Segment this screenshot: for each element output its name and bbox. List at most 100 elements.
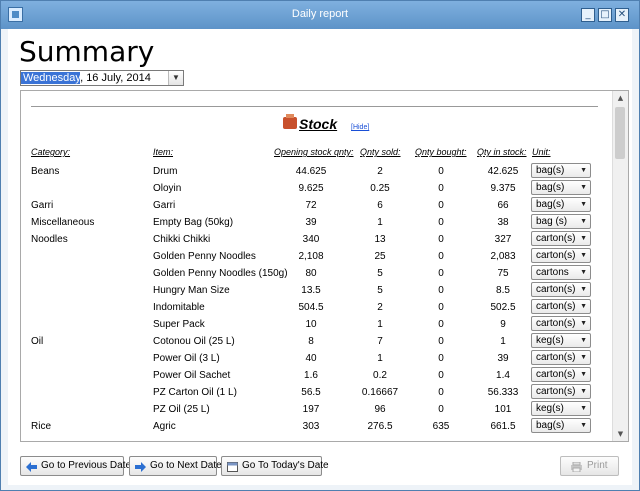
title-bar[interactable]: Daily report _ □ ✕: [1, 1, 639, 29]
unit-select[interactable]: carton(s) ▼: [531, 299, 591, 314]
unit-select[interactable]: carton(s) ▼: [531, 231, 591, 246]
row-stock: 1: [500, 336, 506, 347]
row-stock: 101: [494, 404, 512, 415]
next-date-button[interactable]: Go to Next Date: [129, 456, 222, 476]
report-body: Stock [Hide] Category: Item: Opening sto…: [31, 100, 602, 440]
unit-select[interactable]: carton(s) ▼: [531, 282, 591, 297]
unit-value: carton(s): [536, 284, 576, 295]
row-opening: 56.5: [301, 387, 321, 398]
row-sold: 0.2: [373, 370, 387, 381]
column-header-bought: Qnty bought:: [415, 147, 467, 157]
scroll-up-icon[interactable]: ▲: [613, 91, 628, 105]
row-sold: 276.5: [367, 421, 393, 432]
report-view[interactable]: Stock [Hide] Category: Item: Opening sto…: [20, 90, 629, 442]
chevron-down-icon[interactable]: ▼: [168, 71, 183, 85]
unit-select[interactable]: keg(s) ▼: [531, 333, 591, 348]
today-date-button[interactable]: Go To Today's Date: [221, 456, 329, 476]
scroll-thumb[interactable]: [615, 107, 625, 159]
row-sold: 2: [377, 302, 383, 313]
table-row: Power Oil Sachet 1.6 0.2 0 1.4 carton(s) ▼: [31, 367, 602, 384]
unit-select[interactable]: carton(s) ▼: [531, 350, 591, 365]
row-stock: 327: [494, 234, 512, 245]
row-item: Drum: [153, 166, 178, 177]
maximize-button[interactable]: □: [598, 8, 612, 22]
row-item: Empty Bag (50kg): [153, 217, 234, 228]
section-title: Stock: [299, 116, 338, 132]
row-stock: 8.5: [496, 285, 510, 296]
chevron-down-icon: ▼: [580, 337, 587, 344]
chevron-down-icon: ▼: [580, 320, 587, 327]
table-row: Indomitable 504.5 2 0 502.5 carton(s) ▼: [31, 299, 602, 316]
row-bought: 0: [438, 166, 444, 177]
row-stock: 66: [497, 200, 509, 211]
unit-select[interactable]: bag(s) ▼: [531, 418, 591, 433]
row-item: Oloyin: [153, 183, 182, 194]
unit-value: bag(s): [536, 420, 565, 431]
divider: [31, 106, 598, 107]
row-opening: 303: [302, 421, 320, 432]
date-selected-part[interactable]: Wednesday: [21, 72, 81, 84]
chevron-down-icon: ▼: [580, 218, 587, 225]
column-header-opening: Opening stock qnty:: [274, 147, 354, 157]
unit-select[interactable]: bag(s) ▼: [531, 163, 591, 178]
unit-value: bag(s): [536, 182, 565, 193]
row-stock: 2,083: [490, 251, 516, 262]
column-header-category: Category:: [31, 147, 71, 157]
table-row: PZ Carton Oil (1 L) 56.5 0.16667 0 56.333 car…: [31, 384, 602, 401]
row-item: Hungry Man Size: [153, 285, 230, 296]
unit-value: carton(s): [536, 250, 576, 261]
unit-value: bag (s): [536, 216, 568, 227]
row-sold: 96: [374, 404, 386, 415]
vertical-scrollbar[interactable]: ▲ ▼: [612, 91, 628, 441]
unit-select[interactable]: bag (s) ▼: [531, 214, 591, 229]
row-stock: 42.625: [487, 166, 519, 177]
row-sold: 13: [374, 234, 386, 245]
row-category: Oil: [31, 336, 44, 347]
row-item: PZ Oil (25 L): [153, 404, 210, 415]
unit-value: bag(s): [536, 165, 565, 176]
printer-icon: [570, 461, 582, 473]
date-picker[interactable]: Wednesday, 16 July, 2014 ▼: [20, 70, 184, 86]
unit-value: bag(s): [536, 199, 565, 210]
unit-select[interactable]: bag(s) ▼: [531, 180, 591, 195]
scroll-down-icon[interactable]: ▼: [613, 427, 628, 441]
row-bought: 635: [432, 421, 450, 432]
row-stock: 1.4: [496, 370, 510, 381]
row-sold: 0.16667: [361, 387, 399, 398]
row-category: Garri: [31, 200, 54, 211]
unit-select[interactable]: cartons ▼: [531, 265, 591, 280]
minimize-button[interactable]: _: [581, 8, 595, 22]
unit-select[interactable]: carton(s) ▼: [531, 248, 591, 263]
previous-date-button[interactable]: Go to Previous Date: [20, 456, 131, 476]
unit-select[interactable]: bag(s) ▼: [531, 197, 591, 212]
arrow-right-icon: [135, 461, 146, 472]
row-sold: 1: [377, 353, 383, 364]
table-row: PZ Oil (25 L) 197 96 0 101 keg(s) ▼: [31, 401, 602, 418]
table-row: Power Oil (3 L) 40 1 0 39 carton(s) ▼: [31, 350, 602, 367]
chevron-down-icon: ▼: [580, 354, 587, 361]
row-category: Noodles: [31, 234, 68, 245]
close-button[interactable]: ✕: [615, 8, 629, 22]
row-sold: 1: [377, 319, 383, 330]
row-sold: 6: [377, 200, 383, 211]
print-button[interactable]: Print: [560, 456, 619, 476]
row-stock: 9: [500, 319, 506, 330]
hide-link[interactable]: [Hide]: [351, 124, 369, 131]
column-header-unit: Unit:: [532, 147, 551, 157]
unit-select[interactable]: carton(s) ▼: [531, 384, 591, 399]
row-item: Power Oil (3 L): [153, 353, 220, 364]
today-date-label: Go To Today's Date: [242, 460, 329, 471]
unit-select[interactable]: carton(s) ▼: [531, 316, 591, 331]
table-row: Beans Drum 44.625 2 0 42.625 bag(s) ▼: [31, 163, 602, 180]
unit-select[interactable]: keg(s) ▼: [531, 401, 591, 416]
row-stock: 502.5: [490, 302, 516, 313]
row-opening: 10: [305, 319, 317, 330]
row-item: PZ Carton Oil (1 L): [153, 387, 237, 398]
chevron-down-icon: ▼: [580, 405, 587, 412]
row-opening: 2,108: [298, 251, 324, 262]
table-row: Oil Cotonou Oil (25 L) 8 7 0 1 keg(s) ▼: [31, 333, 602, 350]
chevron-down-icon: ▼: [580, 269, 587, 276]
unit-select[interactable]: carton(s) ▼: [531, 367, 591, 382]
table-row: Super Pack 10 1 0 9 carton(s) ▼: [31, 316, 602, 333]
row-bought: 0: [438, 183, 444, 194]
